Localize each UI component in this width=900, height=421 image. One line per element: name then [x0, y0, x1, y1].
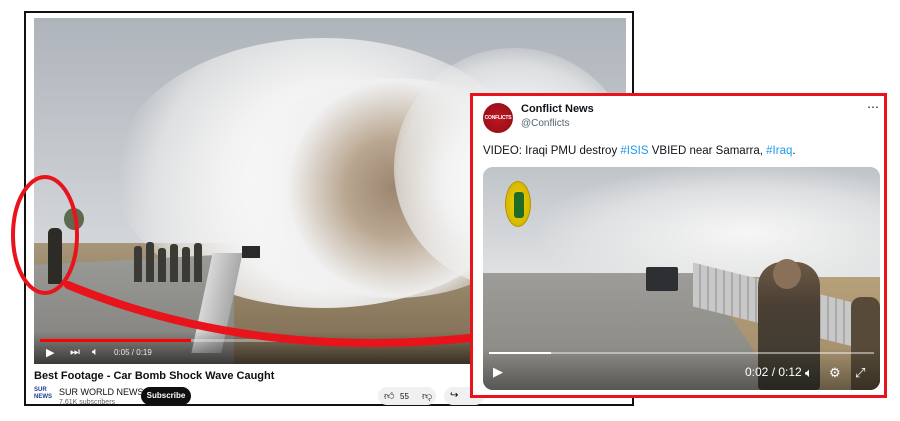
video-frame-group [132, 238, 212, 282]
like-dislike-group: 👍︎ 55 👎︎ [378, 387, 436, 405]
tweet-panel: CONFLICTS Conflict News @Conflicts ⋯ VID… [470, 93, 887, 398]
tweet-text-middle: VBIED near Samarra, [648, 145, 767, 157]
youtube-time-display: 0:05 / 0:19 [114, 348, 152, 357]
dislike-icon[interactable]: 👎︎ [422, 390, 432, 402]
settings-icon[interactable]: ⚙ [829, 365, 841, 381]
youtube-progress-fill [40, 339, 191, 342]
channel-name[interactable]: SUR WORLD NEWS [59, 387, 144, 397]
pmu-emblem-logo [505, 181, 531, 227]
tweet-author-handle[interactable]: @Conflicts [521, 118, 570, 129]
like-count: 55 [400, 392, 409, 401]
like-icon[interactable]: 👍︎ [384, 390, 394, 402]
tweet-text-prefix: VIDEO: Iraqi PMU destroy [483, 145, 621, 157]
tweet-video-controls: ▶ 0:02 / 0:12 🔈︎ ⚙ ⤢ [483, 348, 880, 390]
tweet-video-player[interactable]: ▶ 0:02 / 0:12 🔈︎ ⚙ ⤢ [483, 167, 880, 390]
tweet-progress-fill [489, 352, 551, 354]
video-frame-vehicle [242, 246, 260, 258]
play-icon[interactable]: ▶ [493, 364, 503, 380]
tweet-text: VIDEO: Iraqi PMU destroy #ISIS VBIED nea… [483, 145, 796, 157]
video-frame-tree [64, 208, 84, 230]
comparison-stage: ▶ ⏭ 🔈︎ 0:05 / 0:19 Best Footage - Car Bo… [0, 0, 900, 421]
hashtag-iraq[interactable]: #Iraq [766, 145, 792, 157]
video-frame-vehicle [646, 267, 678, 291]
tweet-time-display: 0:02 / 0:12 [745, 365, 802, 379]
volume-icon[interactable]: 🔈︎ [805, 365, 813, 381]
video-frame-smoke [543, 167, 880, 277]
more-options-icon[interactable]: ⋯ [867, 100, 879, 114]
hashtag-isis[interactable]: #ISIS [620, 145, 648, 157]
fullscreen-icon[interactable]: ⤢ [855, 365, 865, 381]
tweet-progress-bar[interactable] [489, 352, 874, 354]
channel-logo[interactable]: SUR NEWS [34, 387, 52, 401]
tweet-text-suffix: . [792, 145, 796, 157]
video-frame-soldier-head [773, 259, 801, 289]
play-icon[interactable]: ▶ [46, 346, 54, 359]
volume-icon[interactable]: 🔈︎ [92, 346, 99, 359]
tweet-author-name[interactable]: Conflict News [521, 103, 594, 115]
next-icon[interactable]: ⏭ [70, 346, 80, 359]
video-frame-soldier [48, 228, 62, 284]
youtube-video-title: Best Footage - Car Bomb Shock Wave Caugh… [34, 370, 275, 382]
subscriber-count: 7.61K subscribers [59, 399, 116, 406]
subscribe-button[interactable]: Subscribe [141, 387, 191, 405]
avatar[interactable]: CONFLICTS [483, 103, 513, 133]
